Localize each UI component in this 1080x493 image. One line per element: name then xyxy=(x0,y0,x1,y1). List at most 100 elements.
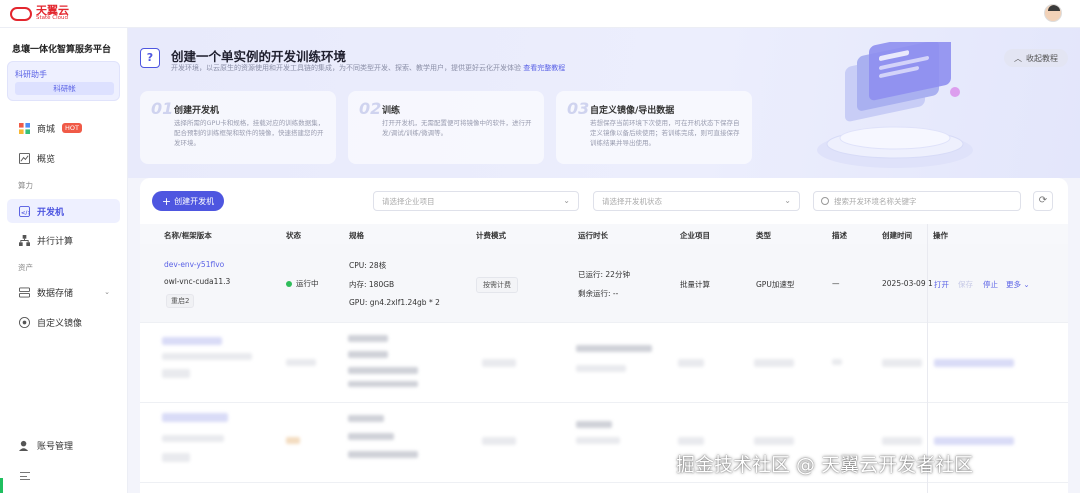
remaining-time: 剩余运行: -- xyxy=(578,289,619,298)
col-actions: 操作 xyxy=(933,231,948,240)
instance-type: GPU加速型 xyxy=(756,280,795,289)
step-card-1: 01 创建开发机 选择所需的GPU卡和规格，挂载对应的训练数据集，配合预制的训练… xyxy=(140,91,336,164)
sidebar: 息壤一体化智算服务平台 科研助手 科研帐 商城 HOT 概览 算力 </> 开发… xyxy=(0,28,128,493)
workspace-switcher[interactable]: 科研助手 科研帐 xyxy=(7,61,120,101)
step-card-3: 03 自定义镜像/导出数据 若想保存当前环境下次使用，可在开机状态下保存自定义镜… xyxy=(556,91,752,164)
col-name: 名称/框架版本 xyxy=(164,231,212,240)
col-desc: 描述 xyxy=(832,231,847,240)
open-action[interactable]: 打开 xyxy=(934,279,949,290)
storage-icon xyxy=(19,286,30,298)
sidebar-item-label: 并行计算 xyxy=(37,236,74,247)
save-action[interactable]: 保存 xyxy=(958,279,973,290)
run-time: 已运行: 22分钟 xyxy=(578,270,630,279)
col-type: 类型 xyxy=(756,231,771,240)
sidebar-item-label: 概览 xyxy=(37,154,56,165)
step-description: 若想保存当前环境下次使用，可在开机状态下保存自定义镜像以备后续使用；若训练完成，… xyxy=(590,119,740,147)
more-actions[interactable]: 更多 ⌄ xyxy=(1006,279,1030,290)
step-number: 03 xyxy=(567,99,590,118)
table-row: dev-env-y51flvo owl-vnc-cuda11.3 重启2 运行中… xyxy=(140,244,1068,323)
chevron-down-icon: ⌄ xyxy=(784,196,791,205)
search-input[interactable]: 搜索开发环境名称关键字 xyxy=(813,191,1021,211)
sidebar-item-account[interactable]: 账号管理 xyxy=(7,433,120,457)
status-badge: 运行中 xyxy=(286,278,319,289)
top-bar: 天翼云 State Cloud xyxy=(0,0,1080,28)
refresh-button[interactable]: ⟳ xyxy=(1033,191,1053,211)
section-compute: 算力 xyxy=(18,181,33,190)
chevron-down-icon: ⌄ xyxy=(104,288,110,296)
collapse-sidebar-icon[interactable] xyxy=(20,472,30,480)
create-devbox-label: 创建开发机 xyxy=(174,196,215,206)
overview-icon xyxy=(19,152,30,164)
banner-illustration xyxy=(817,42,973,168)
sidebar-item-devbox[interactable]: </> 开发机 xyxy=(7,199,120,223)
devbox-icon: </> xyxy=(19,205,30,217)
workspace-tag: 科研帐 xyxy=(15,82,114,95)
step-description: 打开开发机，无需配置便可将镜像中的软件，进行开发/调试/训练/微调等。 xyxy=(382,119,532,137)
stop-action[interactable]: 停止 xyxy=(983,279,998,290)
sidebar-item-shop[interactable]: 商城 HOT xyxy=(7,116,120,140)
step-description: 选择所需的GPU卡和规格，挂载对应的训练数据集，配合预制的训练框架和软件的镜像，… xyxy=(174,119,325,147)
full-tutorial-link[interactable]: 查看完整教程 xyxy=(523,64,565,72)
cloud-logo-icon xyxy=(10,6,32,21)
chevron-up-icon: ︿ xyxy=(1014,53,1022,63)
devbox-name-link[interactable]: dev-env-y51flvo xyxy=(164,260,224,269)
sidebar-item-label: 开发机 xyxy=(37,207,65,218)
banner-desc-text: 开发环境，以云原生的资源使用和开发工具链的集成，为不同类型开发、探索、教学用户，… xyxy=(171,64,521,72)
brand-logo[interactable]: 天翼云 State Cloud xyxy=(10,5,69,22)
billing-tag: 按需计费 xyxy=(476,277,518,293)
project-select-placeholder: 请选择企业项目 xyxy=(382,196,435,206)
col-runtime: 运行时长 xyxy=(578,231,608,240)
banner-description: 开发环境，以云原生的资源使用和开发工具链的集成，为不同类型开发、探索、教学用户，… xyxy=(171,63,565,73)
step-title: 创建开发机 xyxy=(174,106,220,116)
sidebar-item-storage[interactable]: 数据存储 ⌄ xyxy=(7,280,120,304)
search-icon xyxy=(821,197,829,205)
sidebar-item-parallel[interactable]: 并行计算 xyxy=(7,228,120,252)
step-number: 02 xyxy=(359,99,382,118)
status-select-placeholder: 请选择开发机状态 xyxy=(602,196,662,206)
collapse-tutorial-button[interactable]: ︿ 收起教程 xyxy=(1004,49,1068,67)
enterprise-project: 批量计算 xyxy=(680,280,710,289)
sidebar-item-label: 商城 xyxy=(37,124,56,135)
col-project: 企业项目 xyxy=(680,231,710,240)
watermark: 掘金技术社区 @ 天翼云开发者社区 xyxy=(676,454,974,476)
sidebar-item-overview[interactable]: 概览 xyxy=(7,146,120,170)
devbox-list-panel: + 创建开发机 请选择企业项目 ⌄ 请选择开发机状态 ⌄ 搜索开发环境名称关键字… xyxy=(140,178,1068,493)
col-status: 状态 xyxy=(286,231,301,240)
refresh-icon: ⟳ xyxy=(1038,195,1048,206)
status-text: 运行中 xyxy=(296,279,319,288)
more-label: 更多 xyxy=(1006,280,1021,289)
spec-gpu: GPU: gn4.2xlf1.24gb * 2 xyxy=(349,298,440,307)
user-avatar[interactable] xyxy=(1044,4,1062,22)
parallel-icon xyxy=(19,234,30,246)
spec-cpu: CPU: 28核 xyxy=(349,261,387,270)
project-select[interactable]: 请选择企业项目 ⌄ xyxy=(373,191,579,211)
create-devbox-button[interactable]: + 创建开发机 xyxy=(152,191,224,211)
platform-title: 息壤一体化智算服务平台 xyxy=(12,45,112,55)
image-version: owl-vnc-cuda11.3 xyxy=(164,277,231,286)
search-placeholder: 搜索开发环境名称关键字 xyxy=(834,196,917,206)
created-time: 2025-03-09 1 xyxy=(882,279,933,288)
description: — xyxy=(832,279,840,288)
image-icon xyxy=(19,316,30,328)
status-select[interactable]: 请选择开发机状态 ⌄ xyxy=(593,191,800,211)
step-title: 自定义镜像/导出数据 xyxy=(590,106,675,116)
step-card-2: 02 训练 打开开发机，无需配置便可将镜像中的软件，进行开发/调试/训练/微调等… xyxy=(348,91,544,164)
sidebar-item-custom-image[interactable]: 自定义镜像 xyxy=(7,310,120,334)
section-assets: 资产 xyxy=(18,263,33,272)
restart-tag: 重启2 xyxy=(166,294,195,308)
step-number: 01 xyxy=(151,99,174,118)
chevron-down-icon: ⌄ xyxy=(563,196,570,205)
running-status-icon xyxy=(286,281,292,287)
user-settings-icon xyxy=(19,440,29,451)
brand-name-en: State Cloud xyxy=(36,15,69,22)
hot-badge: HOT xyxy=(62,123,82,133)
spec-memory: 内存: 180GB xyxy=(349,280,395,289)
col-billing: 计费模式 xyxy=(476,231,506,240)
help-icon: ? xyxy=(140,48,160,68)
table-header: 名称/框架版本 状态 规格 计费模式 运行时长 企业项目 类型 描述 创建时间 … xyxy=(140,224,1068,244)
workspace-name: 科研助手 xyxy=(15,70,47,79)
col-spec: 规格 xyxy=(349,231,364,240)
svg-text:</>: </> xyxy=(21,210,30,216)
collapse-tutorial-label: 收起教程 xyxy=(1026,53,1058,63)
table-row xyxy=(140,323,1068,403)
